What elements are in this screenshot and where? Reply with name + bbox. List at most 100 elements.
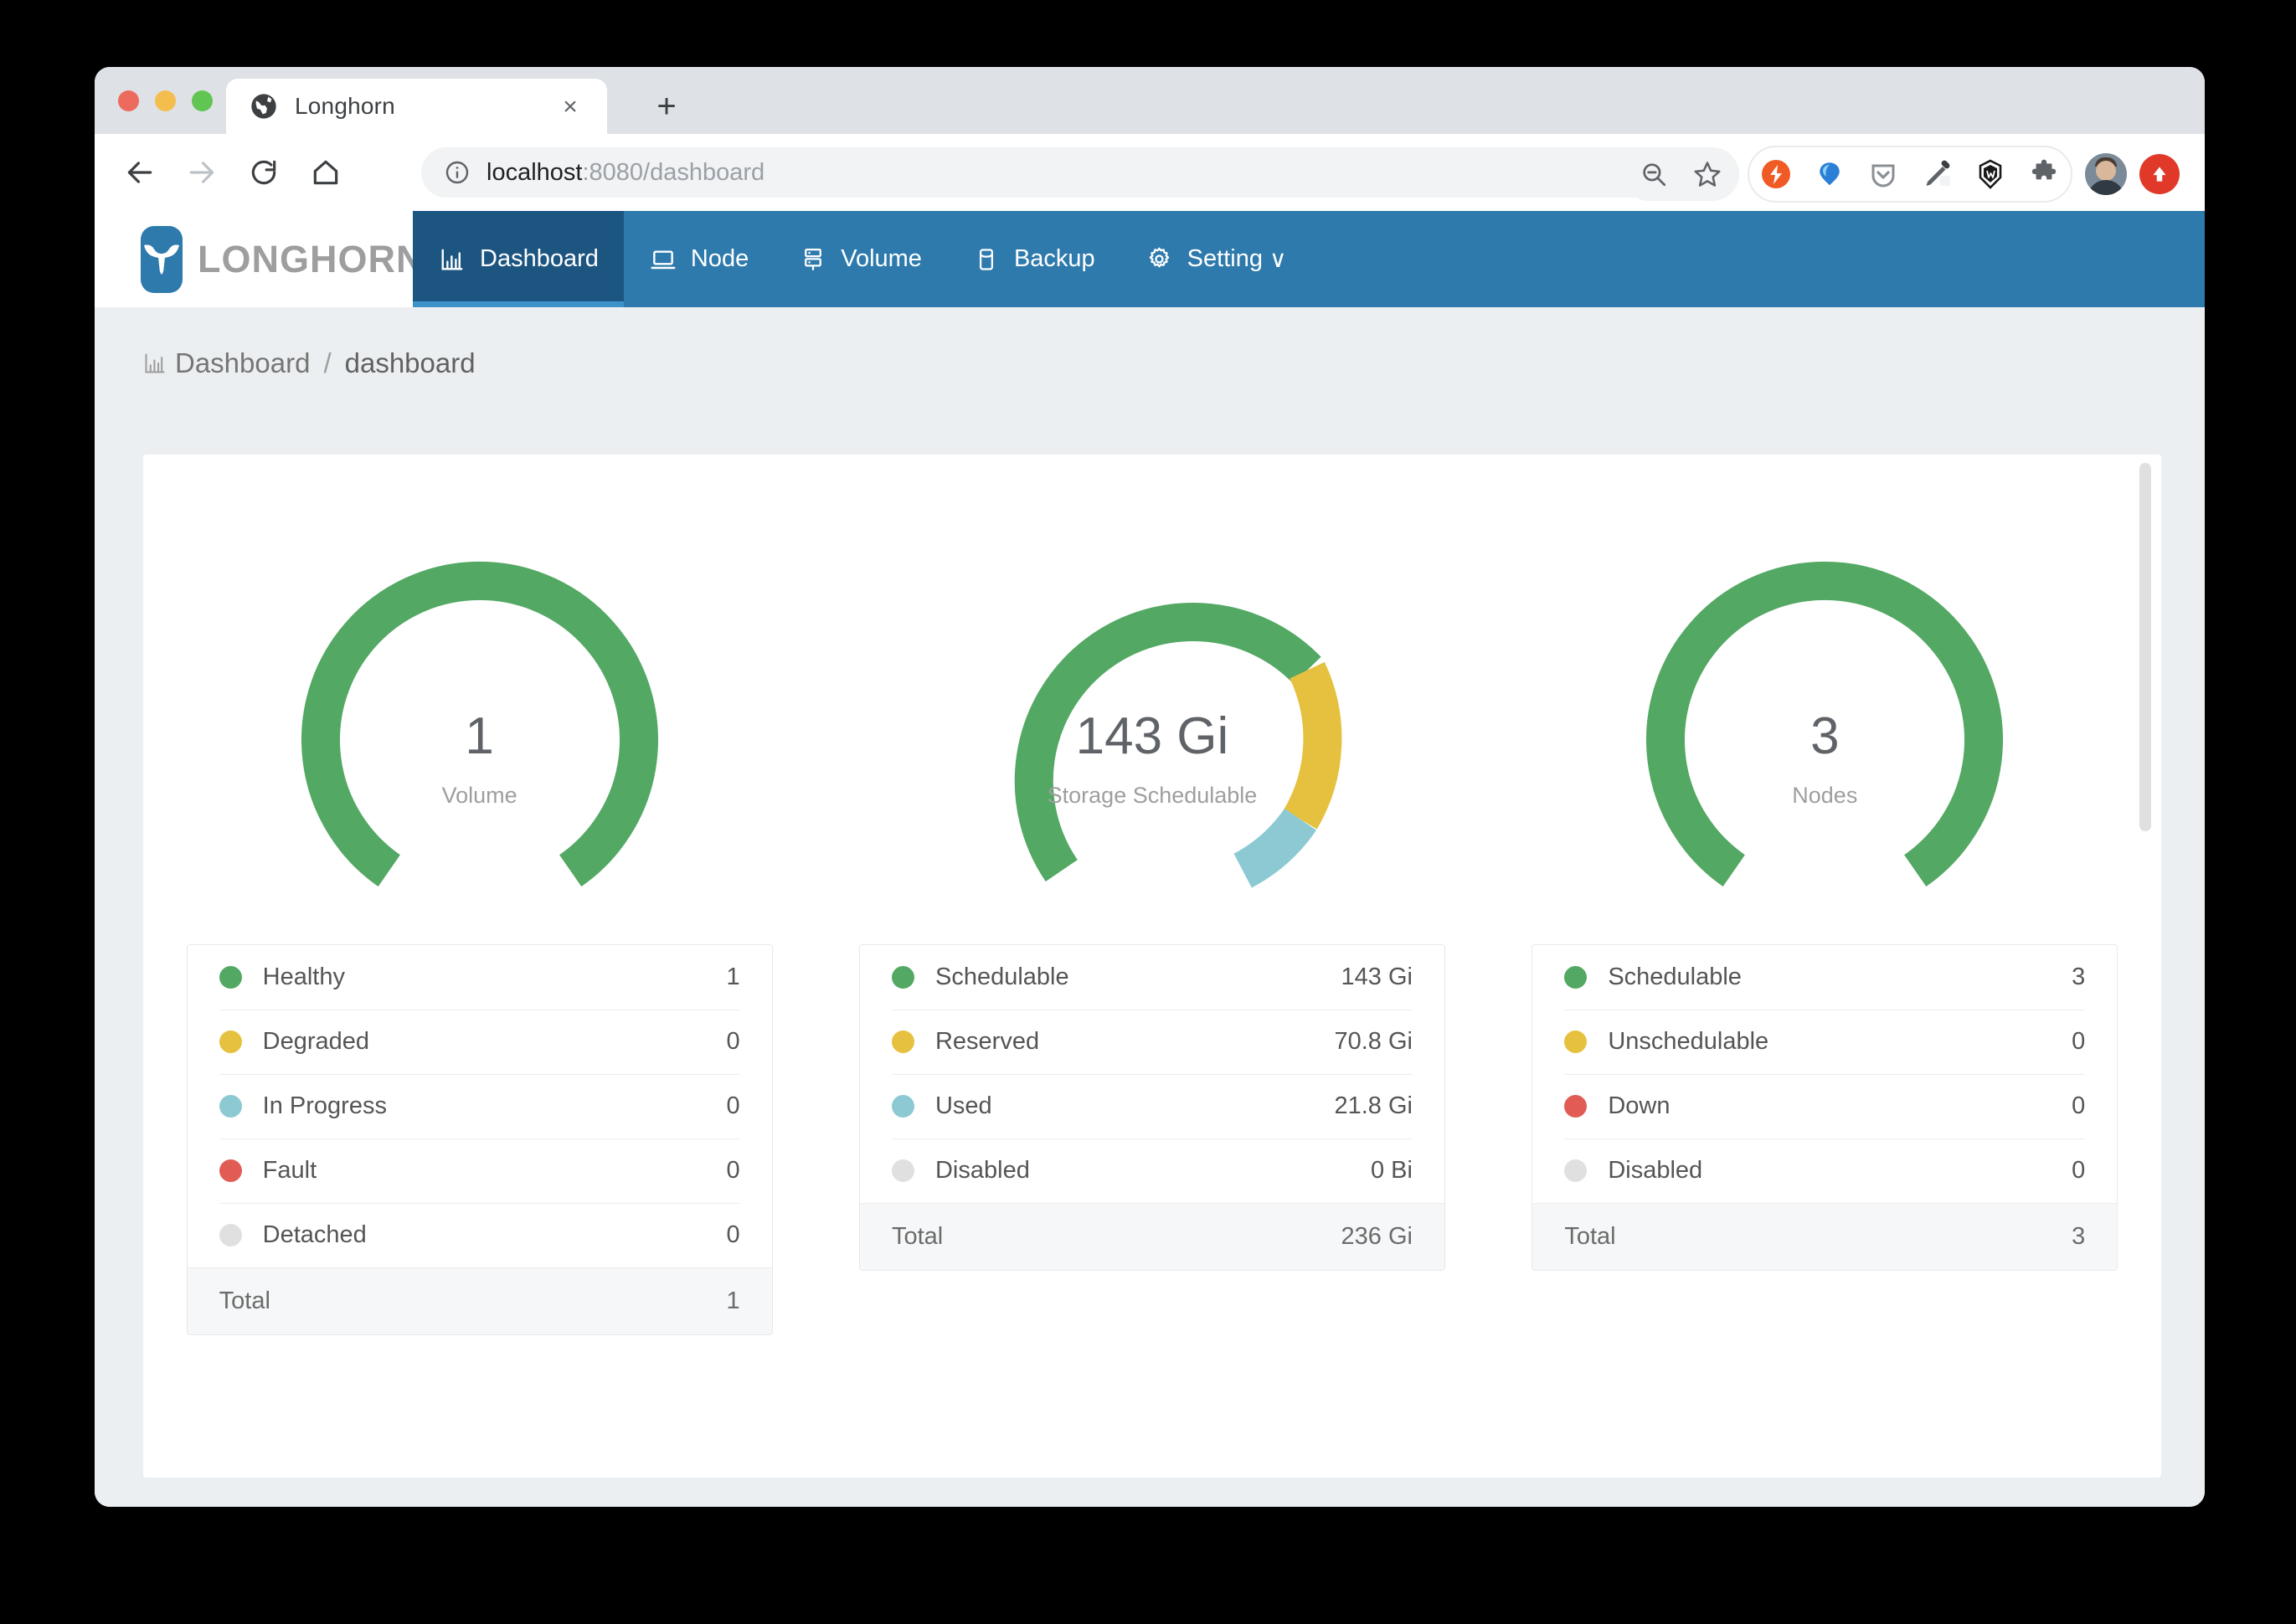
nodes-legend-table: Schedulable 3 Unschedulable 0 Down 0 Dis… xyxy=(1532,944,2118,1271)
storage-gauge-center: 143 Gi Storage Schedulable xyxy=(884,711,1420,809)
status-dot-reserved xyxy=(891,1030,914,1053)
lastpass-extension-icon[interactable] xyxy=(1803,147,1856,201)
storage-legend-table: Schedulable 143 Gi Reserved 70.8 Gi Used… xyxy=(858,944,1445,1271)
legend-row[interactable]: Schedulable 3 xyxy=(1532,945,2117,1010)
legend-row[interactable]: Healthy 1 xyxy=(188,945,772,1010)
zoom-controls xyxy=(1622,147,1739,201)
legend-row[interactable]: Degraded 0 xyxy=(188,1010,772,1074)
reload-button[interactable] xyxy=(240,149,287,196)
legend-value: 0 xyxy=(726,1221,740,1248)
legend-row[interactable]: Unschedulable 0 xyxy=(1532,1010,2117,1074)
ghostery-extension-icon[interactable] xyxy=(1749,147,1803,201)
nav-item-dashboard-label: Dashboard xyxy=(480,245,599,272)
legend-row[interactable]: Disabled 0 xyxy=(1532,1138,2117,1203)
browser-toolbar: localhost:8080/dashboard xyxy=(95,134,2205,211)
chevron-down-icon: ∨ xyxy=(1269,246,1287,272)
address-bar-text: localhost:8080/dashboard xyxy=(486,159,764,187)
legend-row[interactable]: Used 21.8 Gi xyxy=(860,1074,1444,1138)
volume-gauge-label: Volume xyxy=(441,783,517,808)
nav-item-node[interactable]: Node xyxy=(624,211,774,307)
legend-value: 3 xyxy=(2072,964,2086,990)
nav-item-setting[interactable]: Setting ∨ xyxy=(1120,211,1312,307)
minimize-window-button[interactable] xyxy=(155,90,176,111)
nav-item-backup-label: Backup xyxy=(1013,245,1095,272)
legend-value: 0 Bi xyxy=(1371,1157,1413,1184)
gauges-row: 1 Volume Healthy 1 Degraded 0 In Progres… xyxy=(143,455,2161,1335)
update-arrow-icon[interactable] xyxy=(2133,147,2186,201)
legend-row[interactable]: Fault 0 xyxy=(188,1138,772,1203)
info-circle-icon[interactable] xyxy=(443,158,471,187)
close-window-button[interactable] xyxy=(118,90,139,111)
app-logo[interactable]: LONGHORN xyxy=(95,211,424,307)
maximize-window-button[interactable] xyxy=(192,90,213,111)
status-dot-disabled xyxy=(891,1159,914,1182)
legend-total-row: Total 236 Gi xyxy=(859,1203,1444,1270)
zoom-out-icon[interactable] xyxy=(1627,147,1681,201)
volume-gauge: 1 Volume xyxy=(212,478,748,934)
legend-label: Down xyxy=(1608,1092,1671,1119)
extensions-pill xyxy=(1748,146,2072,203)
chart-bar-icon xyxy=(143,352,167,375)
storage-gauge-value: 143 Gi xyxy=(1075,707,1229,765)
url-path: :8080/dashboard xyxy=(582,158,765,186)
legend-row[interactable]: Schedulable 143 Gi xyxy=(860,945,1444,1010)
chart-bar-icon xyxy=(438,245,466,274)
browser-window: Longhorn × + localhost:8080/dashboard LO… xyxy=(95,67,2205,1507)
legend-value: 70.8 Gi xyxy=(1334,1028,1413,1055)
home-button[interactable] xyxy=(302,149,349,196)
legend-total-value: 1 xyxy=(726,1287,740,1314)
status-dot-unschedulable xyxy=(1564,1030,1588,1053)
legend-value: 21.8 Gi xyxy=(1334,1092,1413,1119)
status-dot-fault xyxy=(219,1159,242,1182)
status-dot-degraded xyxy=(219,1030,242,1053)
app-header: LONGHORN Dashboard Node Volume Backup Se… xyxy=(95,211,2205,307)
nav-item-node-label: Node xyxy=(690,245,749,272)
wappalyzer-extension-icon[interactable] xyxy=(1964,147,2017,201)
extensions-puzzle-icon[interactable] xyxy=(2017,147,2071,201)
legend-row[interactable]: Disabled 0 Bi xyxy=(860,1138,1444,1203)
address-bar[interactable]: localhost:8080/dashboard xyxy=(421,147,1711,198)
breadcrumb-current: dashboard xyxy=(344,347,476,378)
legend-row[interactable]: In Progress 0 xyxy=(188,1074,772,1138)
laptop-icon xyxy=(649,245,677,274)
new-tab-button[interactable]: + xyxy=(647,87,686,126)
legend-value: 0 xyxy=(2072,1092,2086,1119)
legend-label: Schedulable xyxy=(934,964,1069,990)
storage-gauge: 143 Gi Storage Schedulable xyxy=(884,478,1420,934)
close-tab-icon[interactable]: × xyxy=(559,95,582,120)
storage-gauge-label: Storage Schedulable xyxy=(1047,783,1258,808)
breadcrumb-root[interactable]: Dashboard xyxy=(175,347,310,379)
page-body: Dashboard / dashboard 1 Volume Healthy 1… xyxy=(95,307,2205,1507)
legend-row[interactable]: Down 0 xyxy=(1532,1074,2117,1138)
profile-avatar[interactable] xyxy=(2079,147,2133,201)
legend-total-value: 236 Gi xyxy=(1341,1223,1413,1250)
url-host: localhost xyxy=(486,158,583,186)
eyedropper-extension-icon[interactable] xyxy=(1910,147,1964,201)
status-dot-schedulable xyxy=(1564,966,1588,989)
legend-label: Used xyxy=(934,1092,992,1119)
nodes-gauge-center: 3 Nodes xyxy=(1557,711,2093,809)
app-nav: Dashboard Node Volume Backup Setting ∨ xyxy=(413,211,1311,307)
panel-scrollbar[interactable] xyxy=(2139,463,2151,831)
forward-button[interactable] xyxy=(178,149,225,196)
legend-value: 0 xyxy=(726,1028,740,1055)
status-dot-healthy xyxy=(219,966,242,989)
bookmark-star-icon[interactable] xyxy=(1681,147,1734,201)
breadcrumb: Dashboard / dashboard xyxy=(95,307,2205,379)
nav-item-backup[interactable]: Backup xyxy=(947,211,1120,307)
back-button[interactable] xyxy=(116,149,163,196)
nav-item-volume[interactable]: Volume xyxy=(774,211,947,307)
browser-tab[interactable]: Longhorn × xyxy=(226,79,607,134)
legend-label: Healthy xyxy=(262,964,345,990)
legend-label: Disabled xyxy=(1608,1157,1703,1184)
app-logo-text: LONGHORN xyxy=(198,237,425,280)
status-dot-disabled xyxy=(1564,1159,1588,1182)
nodes-gauge-label: Nodes xyxy=(1792,783,1858,808)
pocket-extension-icon[interactable] xyxy=(1856,147,1910,201)
legend-row[interactable]: Reserved 70.8 Gi xyxy=(860,1010,1444,1074)
nav-item-dashboard[interactable]: Dashboard xyxy=(413,211,624,307)
nav-item-setting-label: Setting xyxy=(1187,245,1263,272)
legend-row[interactable]: Detached 0 xyxy=(188,1203,772,1267)
storage-arc-used xyxy=(1233,808,1316,888)
legend-total-label: Total xyxy=(219,1287,270,1314)
